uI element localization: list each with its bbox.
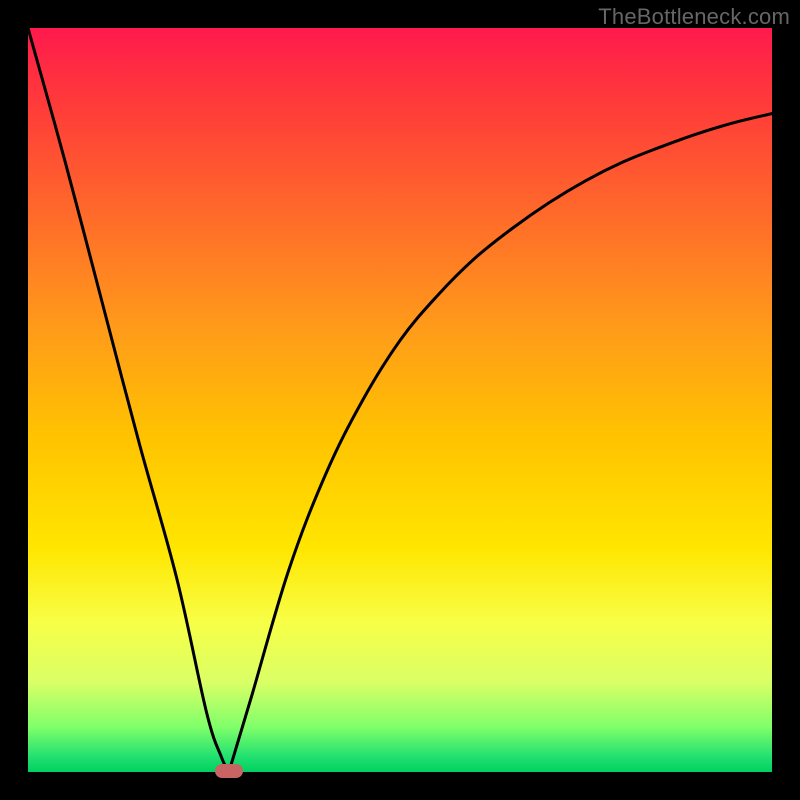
plot-area	[28, 28, 772, 772]
chart-frame: TheBottleneck.com	[0, 0, 800, 800]
watermark-text: TheBottleneck.com	[598, 4, 790, 30]
bottleneck-marker	[215, 764, 243, 778]
curve-left-branch	[28, 28, 229, 772]
curve-svg	[28, 28, 772, 772]
curve-right-branch	[229, 114, 772, 772]
